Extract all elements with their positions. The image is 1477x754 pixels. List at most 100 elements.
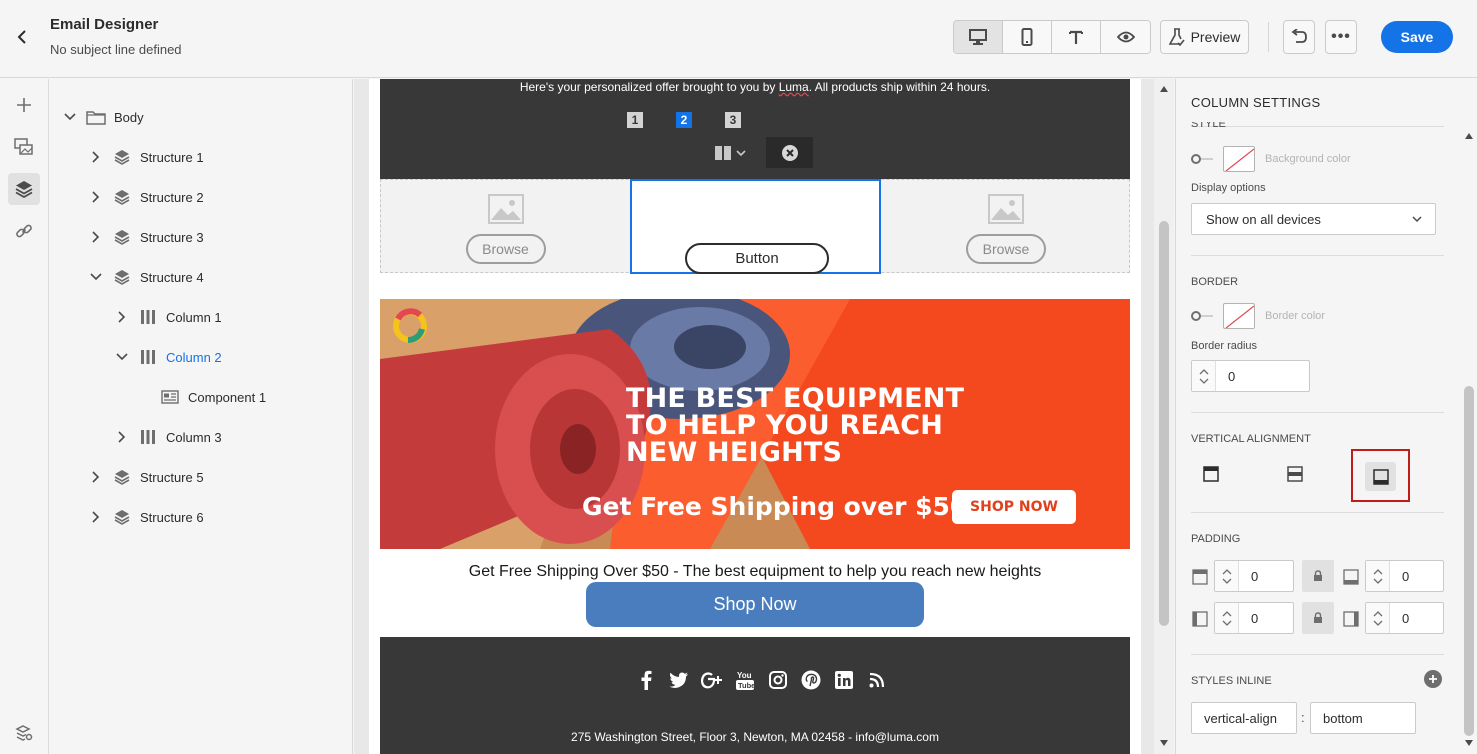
display-options-dropdown[interactable]: Show on all devices <box>1191 203 1436 235</box>
inline-style-property-input[interactable]: vertical-align <box>1191 702 1297 734</box>
background-color-swatch[interactable] <box>1223 146 1255 172</box>
offer-text[interactable]: Here's your personalized offer brought t… <box>380 80 1130 94</box>
chevron-down-icon[interactable] <box>1199 378 1209 384</box>
align-middle-button[interactable] <box>1282 461 1308 487</box>
youtube-icon[interactable]: You Tube <box>734 669 756 691</box>
column-3-cell[interactable]: Browse <box>881 180 1131 274</box>
tree-item-structure-3[interactable]: Structure 3 <box>88 225 204 249</box>
column-layout-dropdown[interactable] <box>714 138 754 168</box>
add-inline-style-button[interactable] <box>1424 670 1442 688</box>
padding-left-stepper[interactable]: 0 <box>1214 602 1294 634</box>
text-view-button[interactable] <box>1052 21 1101 53</box>
footer-banner[interactable]: You Tube 275 Washington Street, Floor 3, … <box>380 637 1130 754</box>
delete-column-button[interactable] <box>766 137 813 168</box>
tree-item-structure-1[interactable]: Structure 1 <box>88 145 204 169</box>
chevron-right-icon[interactable] <box>88 189 104 205</box>
chevron-up-icon[interactable] <box>1373 568 1383 575</box>
border-color-toggle[interactable] <box>1191 311 1215 321</box>
padding-top-stepper[interactable]: 0 <box>1214 560 1294 592</box>
border-color-swatch[interactable] <box>1223 303 1255 329</box>
hero-shop-now-button[interactable]: SHOP NOW <box>952 490 1076 524</box>
desktop-view-button[interactable] <box>954 21 1003 53</box>
border-radius-stepper[interactable]: 0 <box>1191 360 1310 392</box>
chevron-down-icon[interactable] <box>1222 578 1232 584</box>
layers-button[interactable] <box>8 173 40 205</box>
panel-scroll-thumb[interactable] <box>1464 386 1474 736</box>
border-radius-value[interactable]: 0 <box>1216 361 1309 391</box>
chevron-right-icon[interactable] <box>114 429 130 445</box>
align-top-button[interactable] <box>1198 461 1224 487</box>
promo-text[interactable]: Get Free Shipping Over $50 - The best eq… <box>380 563 1130 581</box>
chevron-right-icon[interactable] <box>88 469 104 485</box>
back-button[interactable] <box>12 27 32 47</box>
links-button[interactable] <box>8 215 40 247</box>
header-banner[interactable]: Here's your personalized offer brought t… <box>380 79 1130 179</box>
chevron-right-icon[interactable] <box>114 309 130 325</box>
padding-bottom-value[interactable]: 0 <box>1390 561 1443 591</box>
chevron-up-icon[interactable] <box>1199 368 1209 375</box>
undo-button[interactable] <box>1283 20 1315 54</box>
column-number-3[interactable]: 3 <box>725 112 741 128</box>
align-bottom-button[interactable] <box>1365 462 1396 491</box>
padding-left-value[interactable]: 0 <box>1239 603 1293 633</box>
column-number-1[interactable]: 1 <box>627 112 643 128</box>
tree-item-component-1[interactable]: Component 1 <box>160 385 266 409</box>
chevron-down-icon[interactable] <box>1373 578 1383 584</box>
button-component[interactable]: Button <box>685 243 829 274</box>
padding-top-value[interactable]: 0 <box>1239 561 1293 591</box>
padding-vertical-lock-button[interactable] <box>1302 560 1334 592</box>
panel-scrollbar[interactable] <box>1462 126 1476 754</box>
mobile-view-button[interactable] <box>1003 21 1052 53</box>
padding-right-value[interactable]: 0 <box>1390 603 1443 633</box>
more-actions-button[interactable]: ••• <box>1325 20 1357 54</box>
chevron-down-icon[interactable] <box>114 349 130 365</box>
padding-horizontal-lock-button[interactable] <box>1302 602 1334 634</box>
scroll-down-arrow-icon[interactable] <box>1159 739 1169 747</box>
shop-now-button[interactable]: Shop Now <box>586 582 924 627</box>
instagram-icon[interactable] <box>767 669 789 691</box>
browse-button[interactable]: Browse <box>966 234 1046 264</box>
tree-item-structure-2[interactable]: Structure 2 <box>88 185 204 209</box>
column-1-cell[interactable]: Browse <box>381 180 630 274</box>
stepper-arrows[interactable] <box>1366 561 1390 591</box>
tree-item-body[interactable]: Body <box>62 105 144 129</box>
column-2-cell-selected[interactable]: Button <box>630 179 881 274</box>
stepper-arrows[interactable] <box>1215 603 1239 633</box>
column-number-2[interactable]: 2 <box>676 112 692 128</box>
tree-item-structure-5[interactable]: Structure 5 <box>88 465 204 489</box>
chevron-down-icon[interactable] <box>1222 620 1232 626</box>
padding-bottom-stepper[interactable]: 0 <box>1365 560 1444 592</box>
tree-item-column-2[interactable]: Column 2 <box>114 345 222 369</box>
stepper-arrows[interactable] <box>1215 561 1239 591</box>
scroll-down-arrow-icon[interactable] <box>1464 739 1474 747</box>
chevron-right-icon[interactable] <box>88 229 104 245</box>
chevron-up-icon[interactable] <box>1373 610 1383 617</box>
save-button[interactable]: Save <box>1381 21 1453 53</box>
tree-item-column-1[interactable]: Column 1 <box>114 305 222 329</box>
chevron-down-icon[interactable] <box>88 269 104 285</box>
twitter-icon[interactable] <box>668 669 690 691</box>
inline-style-value-input[interactable]: bottom <box>1310 702 1416 734</box>
google-plus-icon[interactable] <box>701 669 723 691</box>
background-color-toggle[interactable] <box>1191 154 1215 164</box>
layer-settings-button[interactable] <box>8 717 40 749</box>
canvas-scroll-thumb[interactable] <box>1159 221 1169 626</box>
visibility-view-button[interactable] <box>1101 21 1150 53</box>
chevron-down-icon[interactable] <box>1373 620 1383 626</box>
browse-button[interactable]: Browse <box>465 234 546 264</box>
chevron-right-icon[interactable] <box>88 509 104 525</box>
assets-button[interactable] <box>8 131 40 163</box>
scroll-up-arrow-icon[interactable] <box>1464 132 1474 140</box>
stepper-arrows[interactable] <box>1366 603 1390 633</box>
canvas-scrollbar[interactable] <box>1154 79 1174 754</box>
preview-button[interactable]: Preview <box>1160 20 1249 54</box>
pinterest-icon[interactable] <box>800 669 822 691</box>
rss-icon[interactable] <box>866 669 888 691</box>
stepper-arrows[interactable] <box>1192 361 1216 391</box>
chevron-up-icon[interactable] <box>1222 568 1232 575</box>
tree-item-structure-4[interactable]: Structure 4 <box>88 265 204 289</box>
facebook-icon[interactable] <box>635 669 657 691</box>
chevron-up-icon[interactable] <box>1222 610 1232 617</box>
tree-item-structure-6[interactable]: Structure 6 <box>88 505 204 529</box>
padding-right-stepper[interactable]: 0 <box>1365 602 1444 634</box>
